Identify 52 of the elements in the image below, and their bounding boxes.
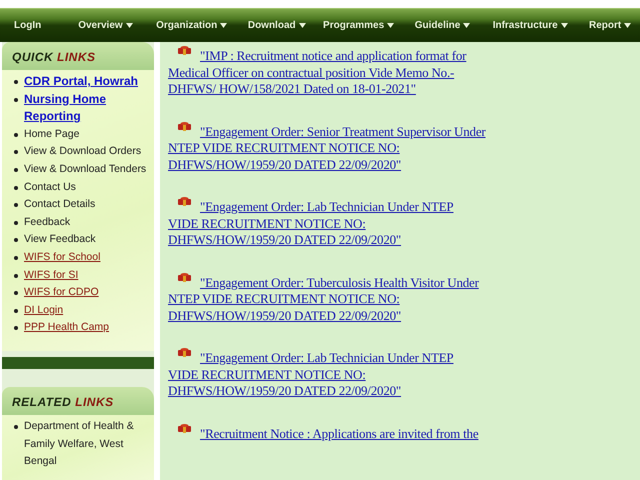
bullet-icon [14,326,18,330]
sidebar-link[interactable]: WIFS for School [24,248,100,267]
nav-menu-item[interactable]: Guideline [410,18,489,33]
bullet-icon [14,168,18,172]
nav-menu-item[interactable]: Report [584,18,640,33]
gift-icon [178,272,191,282]
nav-menu-item[interactable]: Overview [74,18,152,33]
bullet-icon [14,308,18,313]
sidebar-link[interactable]: CDR Portal, Howrah [24,73,138,91]
notice-link[interactable]: "Engagement Order: Senior Treatment Supervisor Under NTEP VIDE RECRUITMENT NOTICE NO: DHFWS/HOW/1959/20 DATED 22/09/2020" [168,124,486,173]
nav-menu-item[interactable]: Download [244,18,320,33]
notice-link[interactable]: "Engagement Order: Lab Technician Under NTEP VIDE RECRUITMENT NOTICE NO: DHFWS/HOW/1959/20 DATED 22/09/2020" [168,199,486,248]
gift-icon [178,197,191,206]
bullet-icon [14,98,18,102]
sidebar-link[interactable]: Contact Details [24,196,96,214]
bullet-icon [14,80,18,84]
sidebar-link[interactable]: View Feedback [24,231,96,249]
bullet-icon [14,220,18,225]
sidebar-link[interactable]: Contact Us [24,178,76,196]
bullet-icon [14,186,18,190]
sidebar-link[interactable]: WIFS for CDPO [24,284,99,302]
sidebar-link[interactable]: WIFS for SI [24,266,78,284]
gift-icon [178,348,191,357]
sidebar-link[interactable]: Department of Health & Family Welfare, West Bengal [24,418,150,471]
bullet-icon [14,291,18,296]
quick-links-heading: QUICK LINKS [2,42,154,70]
gift-icon [178,424,191,432]
bullet-icon [14,132,18,137]
sidebar-link[interactable]: Feedback [24,214,70,232]
sidebar-link[interactable]: DI Login [24,302,64,320]
bullet-icon [14,150,18,154]
bullet-icon [14,274,18,278]
bullet-icon [14,203,18,208]
nav-menu-item[interactable]: Organization [152,18,244,33]
sidebar-link[interactable]: View & Download Orders [24,143,142,161]
notice-link[interactable]: "Recruitment Notice : Applications are invited from the [168,426,640,442]
notice-link[interactable]: "Engagement Order: Lab Technician Under NTEP VIDE RECRUITMENT NOTICE NO: DHFWS/HOW/1959/20 DATED 22/09/2020" [168,350,486,400]
notice-link[interactable]: "IMP : Recruitment notice and application format for Medical Officer on contractual position Vide Memo No.- DHFWS/ HOW/158/2021 Dated on 18-01-2021" [168,48,486,98]
gift-icon [178,46,191,55]
sidebar-link[interactable]: Nursing Home Reporting [24,90,150,126]
sidebar-link[interactable]: Home Page [24,126,80,144]
nav-menu-item[interactable]: Infrastructure [488,18,585,33]
nav-menu-item[interactable]: LogIn [10,18,74,33]
related-links-heading: RELATED LINKS [2,386,154,415]
sidebar-link[interactable]: View & Download Tenders [24,160,146,179]
gift-icon [178,122,191,130]
notice-link[interactable]: "Engagement Order: Tuberculosis Health Visitor Under NTEP VIDE RECRUITMENT NOTICE NO: DHFWS/HOW/1959/20 DATED 22/09/2020" [168,274,486,324]
nav-menu-item[interactable]: Programmes [319,18,411,33]
bullet-icon [14,256,18,260]
bullet-icon [14,424,18,429]
bullet-icon [14,238,18,242]
sidebar-link[interactable]: PPP Health Camp [24,319,110,337]
